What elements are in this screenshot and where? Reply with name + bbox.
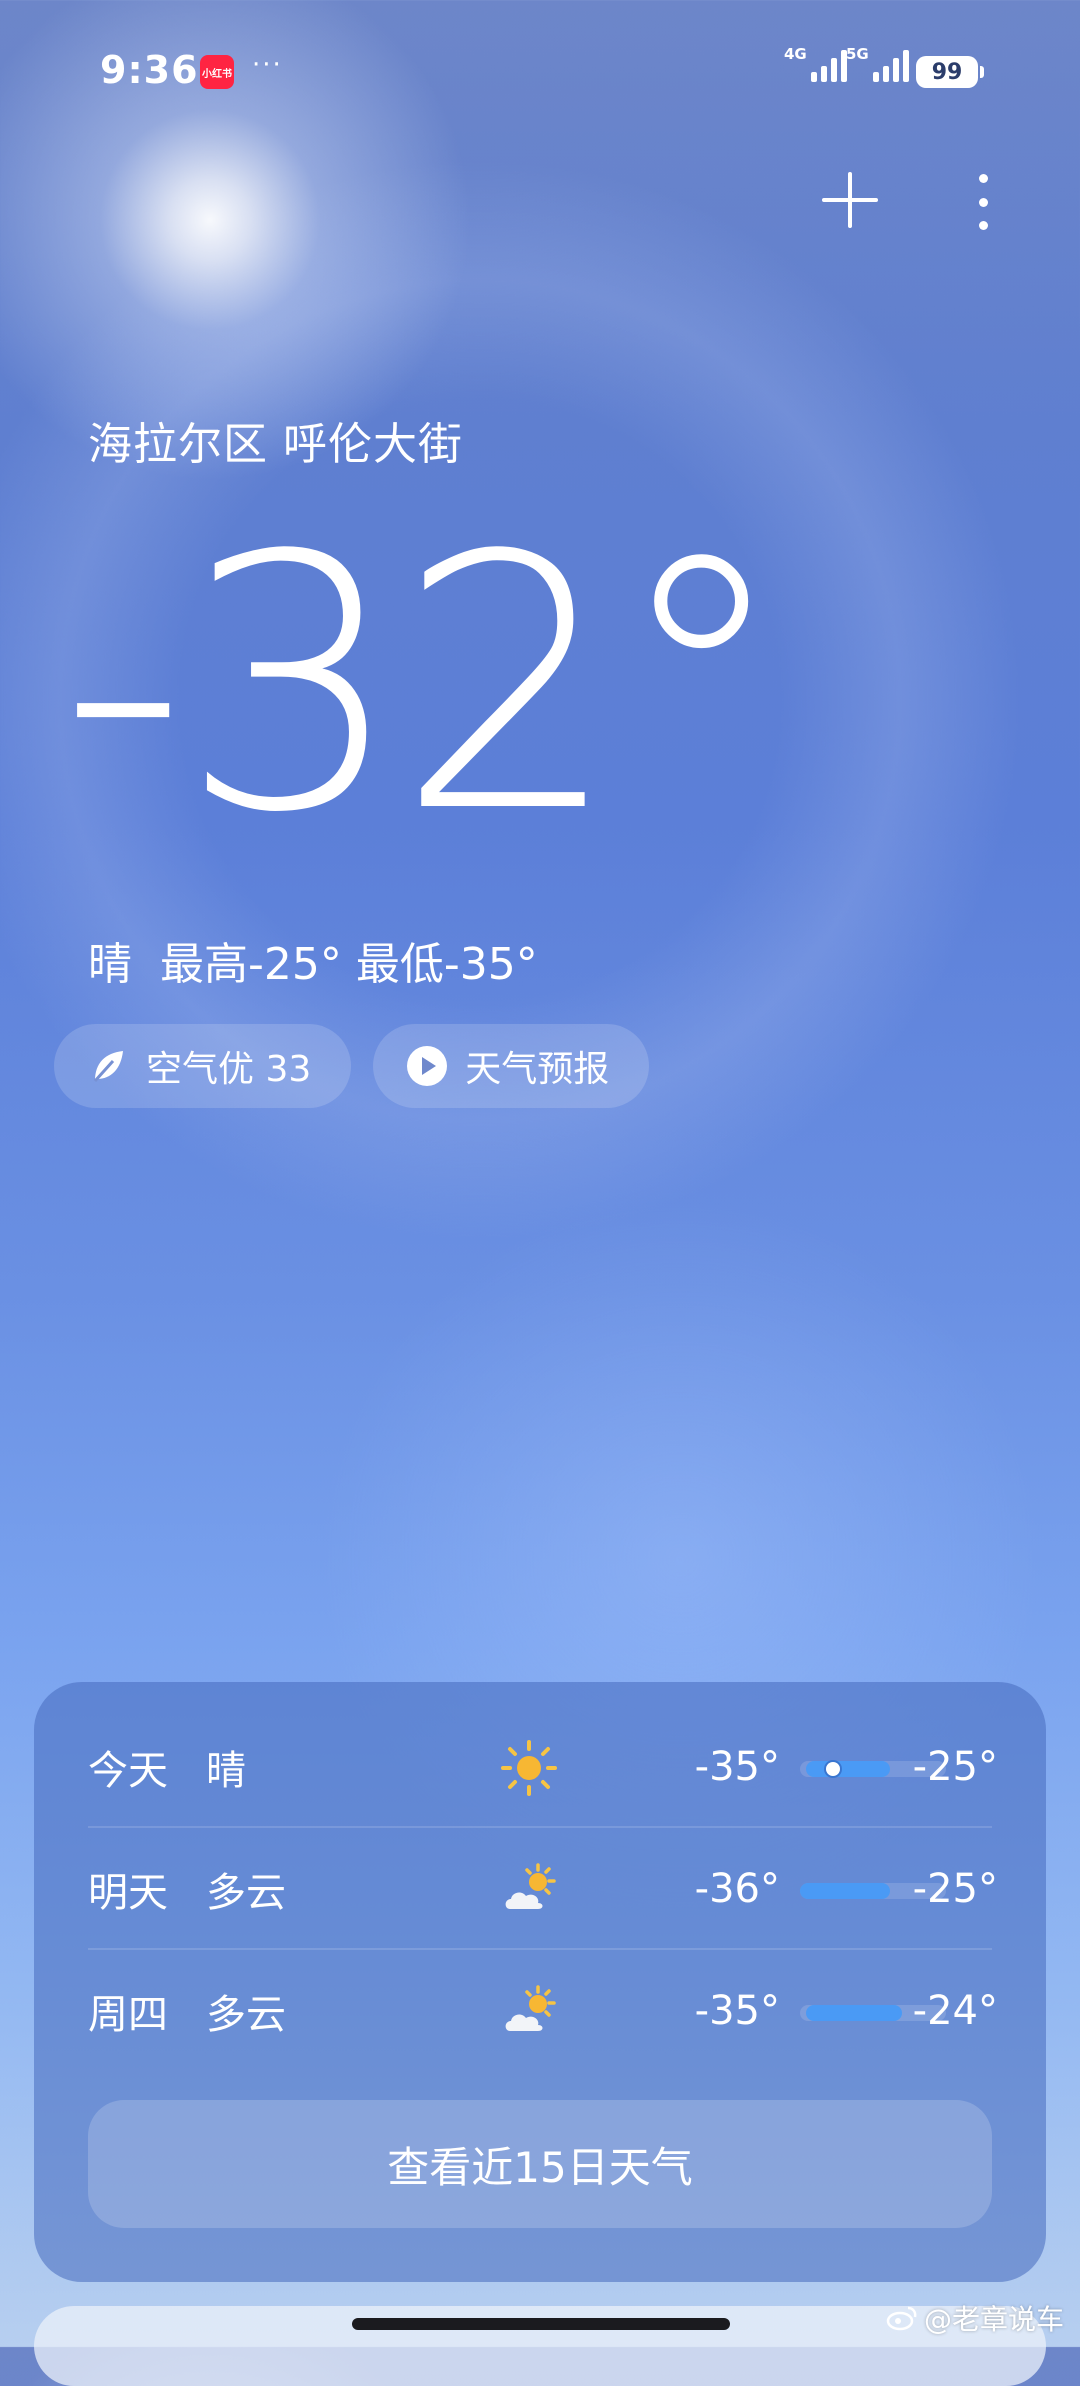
forecast-high: -25° (912, 1744, 998, 1790)
condition-text: 晴 (88, 939, 132, 990)
forecast-low: -35° (694, 1744, 780, 1790)
add-city-button[interactable] (822, 172, 878, 228)
forecast-high: -25° (912, 1866, 998, 1912)
forecast-condition: 多云 (206, 1992, 286, 2038)
current-temperature: -32° (60, 481, 789, 889)
more-menu-button[interactable] (968, 174, 998, 230)
view-15-day-button[interactable]: 查看近15日天气 (88, 2100, 992, 2228)
forecast-day: 明天 (88, 1870, 168, 1916)
weibo-icon (886, 2306, 917, 2331)
forecast-low: -35° (694, 1988, 780, 2034)
weather-forecast-label: 天气预报 (465, 1049, 610, 1090)
signal-5g-icon: 5G (846, 47, 909, 82)
watermark: @老章说车 (886, 2298, 1064, 2338)
info-pills: 空气优 33 天气预报 (54, 1024, 650, 1108)
forecast-condition: 晴 (206, 1748, 246, 1794)
forecast-card: 今天 晴 -35° -25° 明天 多云 -36° -25° 周四 多云 -35… (34, 1682, 1046, 2282)
signal-4g-icon: 4G (784, 47, 847, 82)
forecast-row-tomorrow[interactable]: 明天 多云 -36° -25° (88, 1828, 998, 1950)
forecast-condition: 多云 (206, 1870, 286, 1916)
leaf-icon (88, 1046, 128, 1086)
location-title: 海拉尔区 呼伦大街 (88, 419, 463, 470)
home-indicator[interactable] (352, 2318, 730, 2330)
forecast-row-today[interactable]: 今天 晴 -35° -25° (88, 1706, 998, 1828)
status-time: 9:36 (100, 48, 199, 92)
app-notification-icon: 小红书 (200, 55, 234, 89)
partly-cloudy-icon (500, 1861, 558, 1919)
battery-icon: 99 (916, 56, 984, 88)
air-quality-label: 空气优 33 (146, 1049, 312, 1090)
more-notifications-icon: ··· (252, 50, 283, 80)
forecast-day: 周四 (88, 1992, 168, 2038)
condition-summary: 晴 最高-25° 最低-35° (88, 928, 538, 992)
high-low-text: 最高-25° 最低-35° (160, 939, 538, 990)
forecast-row-thursday[interactable]: 周四 多云 -35° -24° (88, 1950, 998, 2072)
forecast-day: 今天 (88, 1748, 168, 1794)
forecast-high: -24° (912, 1988, 998, 2034)
partly-cloudy-icon (500, 1983, 558, 2041)
air-quality-pill[interactable]: 空气优 33 (54, 1024, 352, 1108)
status-bar: 9:36 小红书 ··· 4G 5G 99 (0, 0, 1080, 140)
current-temp-marker (826, 1762, 840, 1776)
forecast-low: -36° (694, 1866, 780, 1912)
sun-icon (500, 1739, 558, 1797)
play-icon (407, 1046, 448, 1086)
weather-forecast-pill[interactable]: 天气预报 (373, 1024, 650, 1108)
